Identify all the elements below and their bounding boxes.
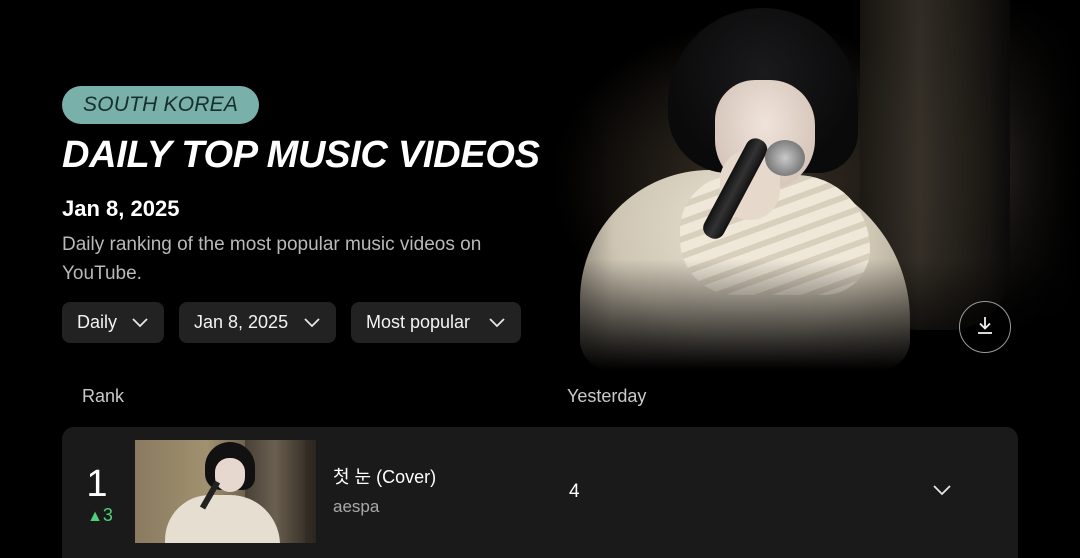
rank-change-value: 3	[102, 505, 113, 525]
expand-row-button[interactable]	[930, 480, 954, 504]
date-dropdown[interactable]: Jan 8, 2025	[179, 302, 336, 343]
period-dropdown-value: Daily	[77, 312, 118, 332]
chevron-down-icon	[933, 483, 951, 501]
download-button[interactable]	[959, 301, 1011, 353]
chart-date: Jan 8, 2025	[62, 196, 180, 221]
column-header-rank: Rank	[82, 386, 125, 406]
date-dropdown-value: Jan 8, 2025	[194, 312, 289, 332]
page-description: Daily ranking of the most popular music …	[62, 234, 482, 284]
chevron-down-icon	[131, 314, 149, 332]
download-icon	[976, 315, 994, 340]
chevron-down-icon	[488, 314, 506, 332]
column-header-yesterday: Yesterday	[567, 386, 647, 406]
period-dropdown[interactable]: Daily	[62, 302, 164, 343]
sort-dropdown[interactable]: Most popular	[351, 302, 521, 343]
artist-name[interactable]: aespa	[333, 497, 379, 517]
song-title[interactable]: 첫 눈 (Cover)	[333, 463, 436, 489]
sort-dropdown-value: Most popular	[366, 312, 471, 332]
page-title: DAILY TOP MUSIC VIDEOS	[62, 134, 540, 176]
chevron-down-icon	[303, 314, 321, 332]
rank-change: ▲3	[84, 505, 116, 526]
country-badge: SOUTH KOREA	[62, 86, 260, 124]
rank-up-icon: ▲	[87, 508, 103, 525]
table-row[interactable]: 1 ▲3 첫 눈 (Cover) aespa 4	[62, 427, 1018, 558]
video-thumbnail[interactable]	[135, 440, 316, 543]
rank-number: 1	[86, 463, 108, 505]
yesterday-rank: 4	[569, 481, 580, 502]
